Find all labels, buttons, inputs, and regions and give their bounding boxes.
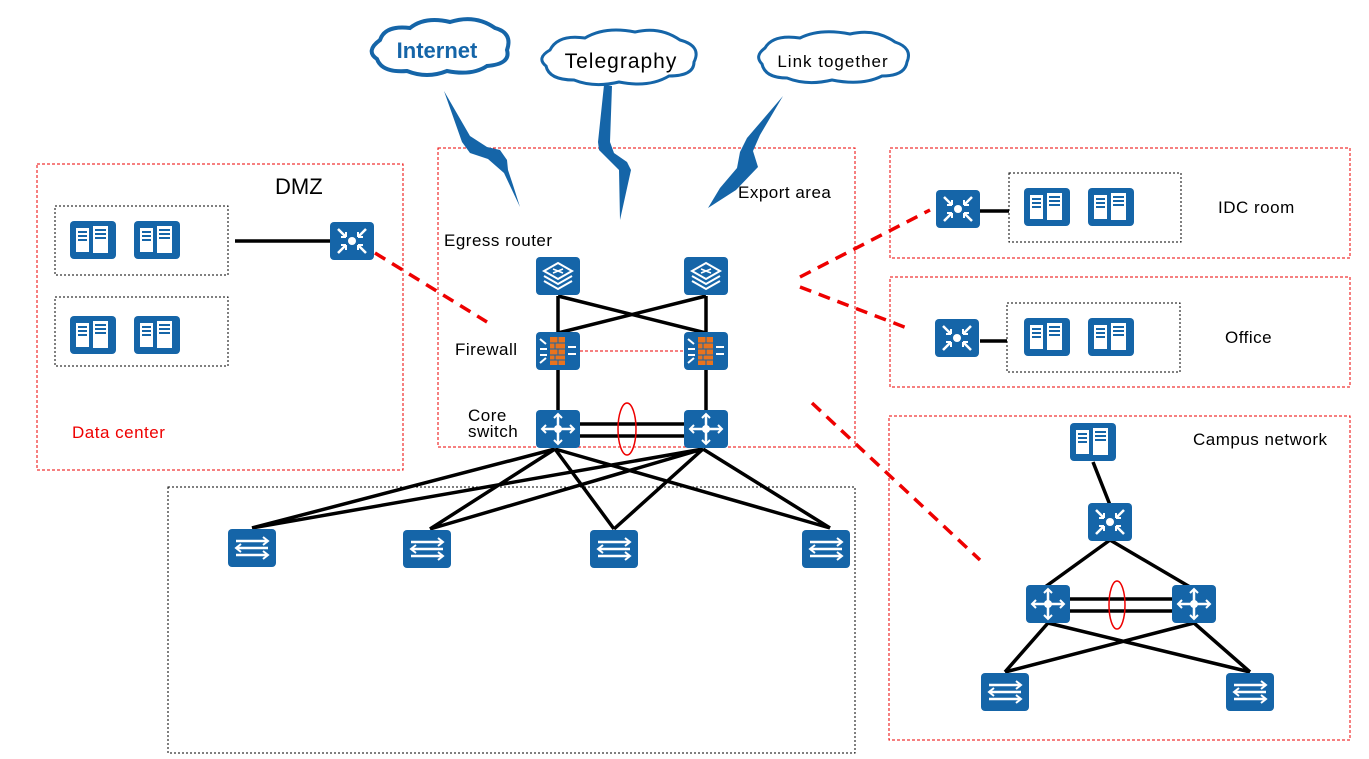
aggregation-switch-icon: [1086, 501, 1134, 543]
cloud-telegraphy: Telegraphy: [540, 28, 698, 87]
aggregation-switch-icon: [328, 220, 376, 262]
aggregation-switch-icon: [933, 317, 981, 359]
server-icon: [1088, 318, 1134, 356]
server-icon: [1024, 188, 1070, 226]
dmz-title: DMZ: [275, 174, 323, 199]
core-switch-icon: [1170, 583, 1218, 625]
access-switch-icon: [401, 528, 453, 570]
cloud-label: Internet: [397, 38, 478, 63]
access-switch-icon: [979, 671, 1031, 713]
wan-link-internet: [444, 91, 520, 207]
office-label: Office: [1225, 328, 1272, 347]
core-switch-icon: [534, 408, 582, 450]
export-area-label: Export area: [738, 183, 831, 202]
firewall-icon: [535, 331, 581, 371]
access-switch-icon: [588, 528, 640, 570]
idc-room-label: IDC room: [1218, 198, 1295, 217]
cloud-internet: Internet: [369, 17, 511, 77]
server-icon: [70, 221, 116, 259]
core-switch-icon: [682, 408, 730, 450]
router-icon: [535, 256, 581, 296]
firewall-icon: [683, 331, 729, 371]
wan-link-telegraphy: [598, 85, 631, 220]
core-switch-label-2: switch: [468, 422, 518, 441]
campus-network-label: Campus network: [1193, 430, 1328, 449]
cloud-label: Link together: [777, 52, 888, 71]
access-switch-icon: [1224, 671, 1276, 713]
network-topology-diagram: Internet Telegraphy Link together DMZ Da…: [36, 17, 1351, 754]
cloud-link-together: Link together: [757, 30, 910, 85]
access-switch-icon: [800, 528, 852, 570]
access-switch-icon: [226, 527, 278, 569]
access-zone: [167, 486, 856, 754]
server-icon: [134, 221, 180, 259]
aggregation-switch-icon: [934, 188, 982, 230]
server-icon: [70, 316, 116, 354]
server-icon: [134, 316, 180, 354]
server-icon: [1088, 188, 1134, 226]
server-icon: [1070, 423, 1116, 461]
firewall-label: Firewall: [455, 340, 518, 359]
router-icon: [683, 256, 729, 296]
server-icon: [1024, 318, 1070, 356]
data-center-label: Data center: [72, 423, 165, 442]
egress-router-label: Egress router: [444, 231, 553, 250]
cloud-label: Telegraphy: [565, 50, 678, 73]
campus-zone: [888, 415, 1351, 741]
core-switch-icon: [1024, 583, 1072, 625]
